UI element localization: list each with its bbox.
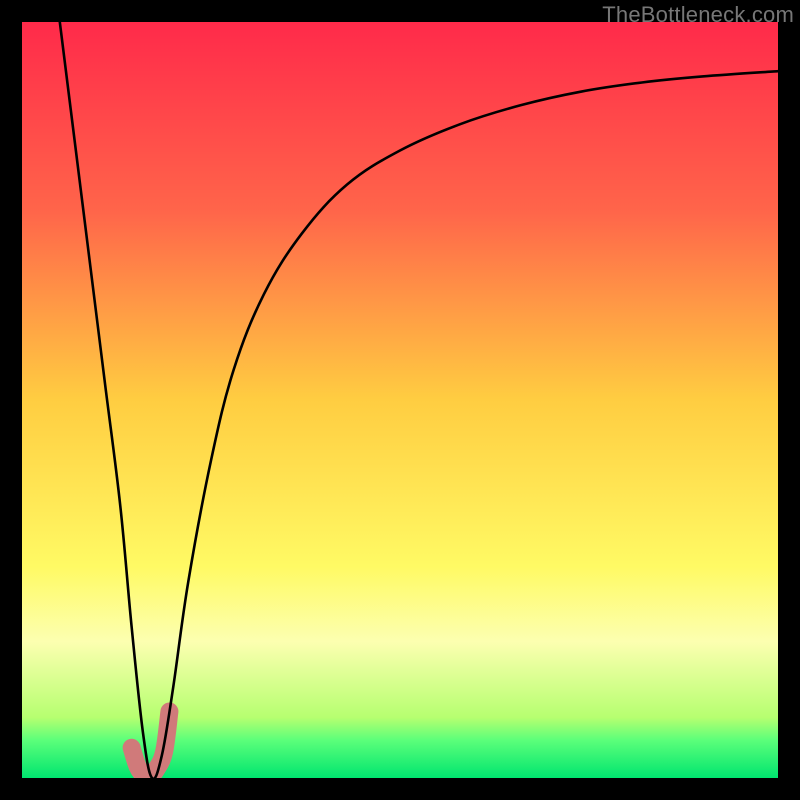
watermark-text: TheBottleneck.com: [602, 2, 794, 28]
plot-area: [22, 22, 778, 778]
chart-svg: [22, 22, 778, 778]
chart-frame: TheBottleneck.com: [0, 0, 800, 800]
